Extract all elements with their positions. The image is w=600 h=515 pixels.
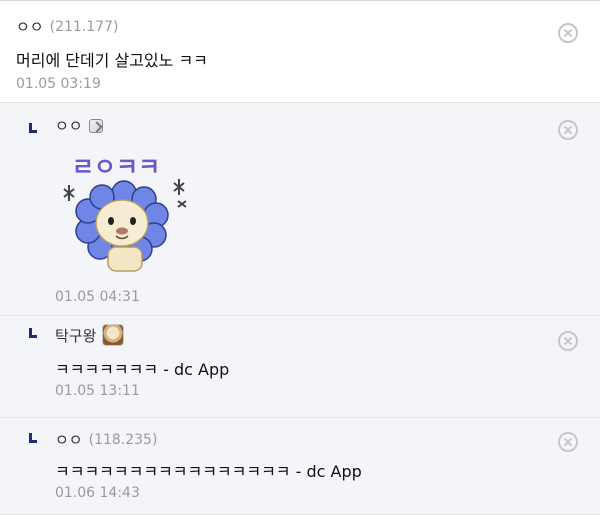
close-circle-icon[interactable] (558, 331, 578, 351)
comment-date: 01.05 03:19 (16, 76, 101, 92)
comment-nickname[interactable]: ㅇㅇ (55, 429, 83, 450)
comment-date: 01.06 14:43 (55, 485, 140, 501)
comment-date: 01.05 04:31 (55, 289, 140, 305)
close-circle-icon[interactable] (558, 23, 578, 43)
comment-ip: (211.177) (49, 18, 119, 35)
user-avatar (102, 324, 125, 346)
comment-ip: (118.235) (88, 431, 158, 448)
comment-header: 탁구왕 (55, 324, 125, 346)
comment-nickname[interactable]: ㅇㅇ (16, 16, 44, 37)
comment-item: ㅇㅇ (211.177) 머리에 단데기 살고있노 ㅋㅋ 01.05 03:19 (0, 5, 600, 103)
comment-text: ㅋㅋㅋㅋㅋㅋㅋ - dc App (55, 360, 230, 379)
comment-text: ㅋㅋㅋㅋㅋㅋㅋㅋㅋㅋㅋㅋㅋㅋㅋㅋ - dc App (55, 462, 362, 481)
close-circle-icon[interactable] (558, 432, 578, 452)
comment-nickname[interactable]: ㅇㅇ (55, 115, 83, 136)
comment-date: 01.05 13:11 (55, 383, 140, 399)
fixed-nick-badge-icon (88, 118, 103, 133)
reply-arrow-icon (29, 328, 41, 338)
dccon-sticker[interactable]: ㄹㅇㅋㅋ (56, 149, 196, 279)
comment-header: ㅇㅇ (211.177) (16, 16, 118, 37)
comment-header: ㅇㅇ (118.235) (55, 429, 157, 450)
reply-comment-item: ㅇㅇ (118.235) ㅋㅋㅋㅋㅋㅋㅋㅋㅋㅋㅋㅋㅋㅋㅋㅋ - dc App 0… (0, 418, 600, 515)
lion-nose (116, 227, 128, 235)
sticker-label: ㄹㅇㅋㅋ (72, 153, 160, 181)
lion-body (107, 246, 143, 272)
reply-arrow-icon (29, 123, 41, 133)
comment-nickname[interactable]: 탁구왕 (55, 325, 96, 346)
comment-header: ㅇㅇ (55, 115, 103, 136)
reply-arrow-icon (29, 433, 41, 443)
close-circle-icon[interactable] (558, 120, 578, 140)
reply-comment-item: ㅇㅇ ㄹㅇㅋㅋ 01.05 04:31 (0, 103, 600, 316)
reply-comment-item: 탁구왕 ㅋㅋㅋㅋㅋㅋㅋ - dc App 01.05 13:11 (0, 316, 600, 418)
comment-text: 머리에 단데기 살고있노 ㅋㅋ (16, 51, 208, 70)
